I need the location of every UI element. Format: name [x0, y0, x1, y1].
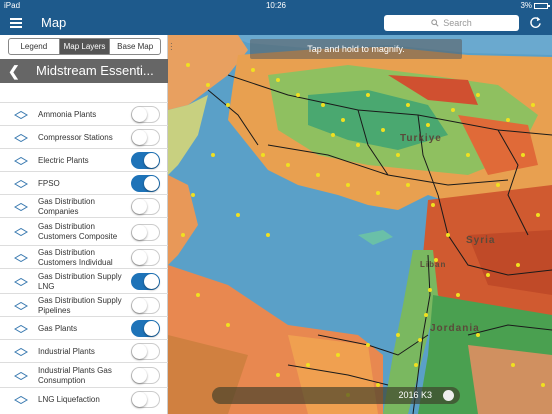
layer-toggle[interactable]: [131, 320, 160, 337]
layer-row: Gas Distribution Companies: [0, 194, 168, 217]
layer-label: Compressor Stations: [38, 132, 113, 142]
battery-percent: 3%: [520, 1, 532, 10]
toggle-knob: [132, 392, 147, 407]
layer-label: Gas Distribution Companies: [38, 196, 95, 216]
toggle-knob: [132, 368, 147, 383]
toggle-knob: [132, 224, 147, 240]
tab-map-layers[interactable]: Map Layers: [59, 39, 111, 54]
map-canvas[interactable]: [168, 35, 552, 414]
layer-row: LNG Liquefaction: [0, 387, 168, 410]
layer-toggle[interactable]: [131, 249, 160, 266]
toggle-knob: [132, 298, 147, 313]
layer-toggle[interactable]: [131, 223, 160, 241]
map-label-lebanon: Liban: [420, 260, 447, 269]
panel-tab-control: Legend Map Layers Base Map: [8, 38, 161, 55]
layer-diamond-icon: [14, 156, 28, 165]
search-icon: [431, 19, 439, 27]
layer-label: Industrial Plants Gas Consumption: [38, 365, 112, 385]
timeline-slider[interactable]: 2016 K3: [212, 387, 460, 404]
layer-diamond-icon: [14, 395, 28, 404]
layer-label: Gas Distribution Supply LNG: [38, 271, 122, 291]
map-label-jordan: Jordania: [430, 323, 480, 334]
layer-diamond-icon: [14, 347, 28, 356]
layer-diamond-icon: [14, 253, 28, 262]
toggle-knob: [132, 199, 147, 214]
tab-legend[interactable]: Legend: [9, 39, 60, 54]
layer-row: FPSO: [0, 171, 168, 194]
layer-row: Electric Plants: [0, 148, 168, 171]
toggle-knob: [132, 250, 147, 265]
toggle-knob: [132, 107, 147, 122]
toggle-knob: [144, 153, 159, 168]
layer-toggle[interactable]: [131, 106, 160, 123]
clock: 10:26: [265, 1, 287, 10]
map-label-syria: Syria: [466, 235, 496, 246]
layer-label: Gas Distribution Customers Composite: [38, 222, 118, 241]
back-chevron-icon[interactable]: ❮: [8, 63, 20, 80]
layer-toggle[interactable]: [131, 198, 160, 215]
nav-bar: Map Search: [0, 11, 552, 35]
layer-toggle[interactable]: [131, 367, 160, 384]
layer-diamond-icon: [14, 133, 28, 142]
layer-label: Gas Distribution Customers Individual: [38, 247, 113, 267]
panel-drag-handle[interactable]: · · ·: [170, 40, 174, 54]
layer-label: Industrial Plants: [38, 346, 95, 356]
layer-diamond-icon: [14, 110, 28, 119]
layer-row: Compressor Stations: [0, 125, 168, 148]
layer-label: Electric Plants: [38, 155, 89, 165]
layer-diamond-icon: [14, 179, 28, 188]
layer-row: Industrial Plants Gas Consumption: [0, 362, 168, 387]
timeline-label: 2016 K3: [398, 390, 432, 400]
map-label-turkey: Turkiye: [400, 133, 442, 144]
layer-row: Gas Distribution Supply LNG: [0, 268, 168, 293]
panel-header: ❮ Midstream Essenti...: [0, 59, 168, 83]
layer-label: Ammonia Plants: [38, 109, 97, 119]
layer-toggle[interactable]: [131, 152, 160, 169]
layer-diamond-icon: [14, 301, 28, 310]
layer-row: Gas Distribution Customers Composite: [0, 217, 168, 245]
toggle-knob: [144, 176, 159, 191]
tab-base-map[interactable]: Base Map: [110, 39, 160, 54]
layer-diamond-icon: [14, 371, 28, 380]
layer-row: Gas Plants: [0, 316, 168, 339]
layer-label: Gas Plants: [38, 323, 78, 333]
toggle-knob: [132, 344, 147, 359]
layers-panel: Legend Map Layers Base Map ❮ Midstream E…: [0, 35, 168, 414]
battery-icon: [534, 2, 550, 9]
page-title: Map: [41, 15, 67, 30]
search-placeholder: Search: [443, 18, 472, 28]
layer-label: FPSO: [38, 178, 60, 188]
hamburger-menu-icon[interactable]: [10, 18, 22, 28]
layer-toggle[interactable]: [131, 297, 160, 314]
layer-toggle[interactable]: [131, 129, 160, 146]
layer-row: Gas Distribution Supply Pipelines: [0, 293, 168, 316]
layer-diamond-icon: [14, 228, 28, 236]
layer-diamond-icon: [14, 324, 28, 333]
refresh-icon[interactable]: [529, 16, 542, 29]
layer-row: Industrial Plants: [0, 339, 168, 362]
toggle-knob: [132, 130, 147, 145]
layer-toggle[interactable]: [131, 391, 160, 408]
magnify-hint-banner: Tap and hold to magnify.: [250, 39, 462, 59]
layer-diamond-icon: [14, 202, 28, 211]
toggle-knob: [144, 321, 159, 336]
layer-toggle[interactable]: [131, 273, 160, 290]
layer-diamond-icon: [14, 277, 28, 286]
layer-row: Gas Distribution Customers Individual: [0, 245, 168, 268]
toggle-knob: [144, 274, 159, 289]
layer-label: Gas Distribution Supply Pipelines: [38, 295, 122, 315]
layer-row: Ammonia Plants: [0, 102, 168, 125]
status-bar: iPad 10:26 3%: [0, 0, 552, 11]
timeline-knob[interactable]: [443, 390, 454, 401]
layer-toggle[interactable]: [131, 175, 160, 192]
search-input[interactable]: Search: [384, 15, 519, 31]
map-view[interactable]: Tap and hold to magnify. Turkiye Syria L…: [168, 35, 552, 414]
panel-title: Midstream Essenti...: [36, 63, 154, 78]
layer-toggle[interactable]: [131, 343, 160, 360]
layer-label: LNG Liquefaction: [38, 394, 100, 404]
battery-indicator: 3%: [520, 1, 550, 10]
layer-list: Ammonia Plants Compressor Stations Electri…: [0, 102, 168, 410]
